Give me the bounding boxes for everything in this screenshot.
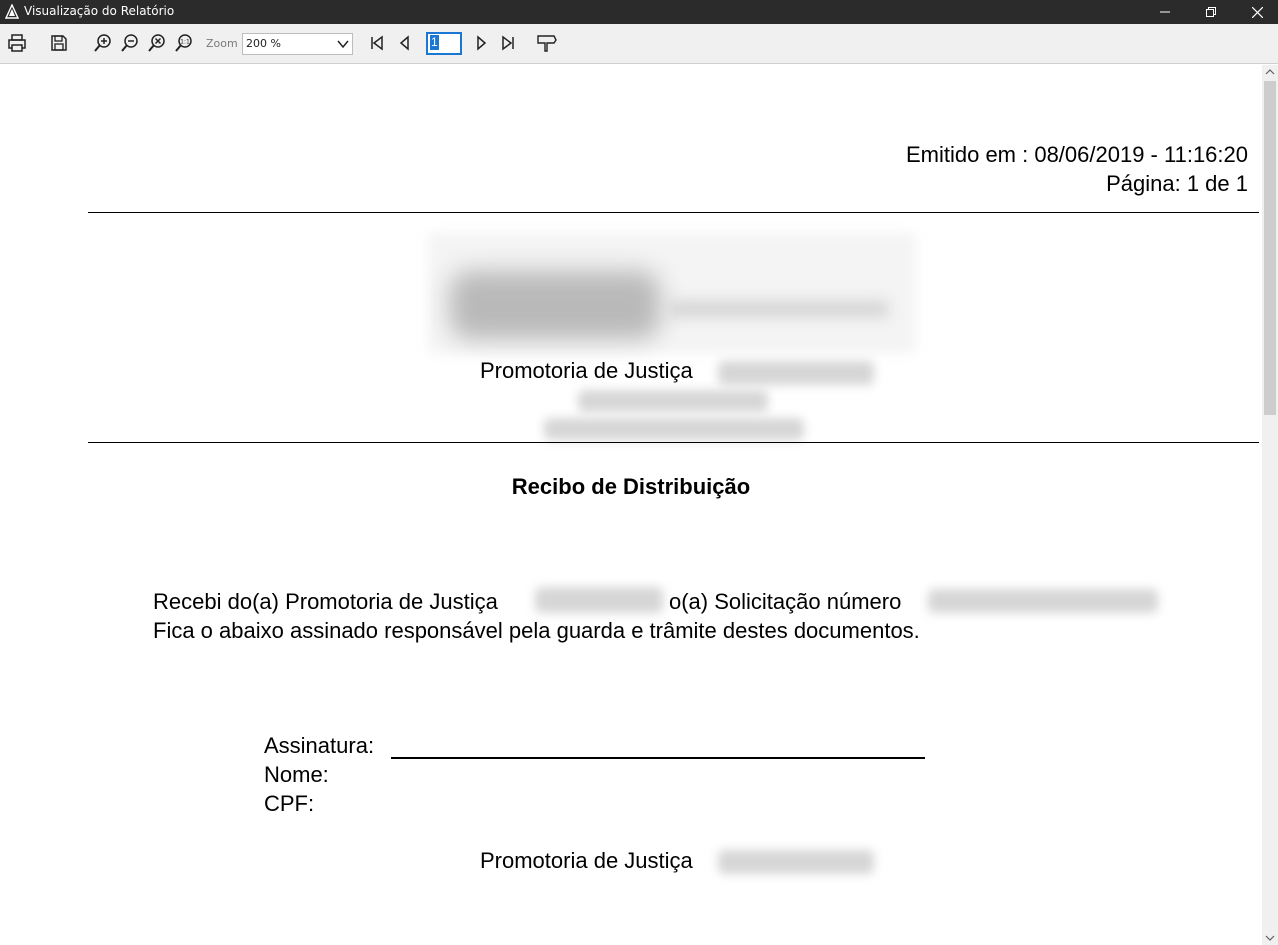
institution-logo (428, 233, 916, 353)
print-button[interactable] (4, 30, 30, 56)
redacted-footer-org-name (718, 850, 874, 874)
page-number-value: 1 (430, 35, 439, 50)
section-divider (88, 442, 1259, 443)
redacted-promotoria (535, 587, 663, 613)
emitted-date: Emitido em : 08/06/2019 - 11:16:20 (905, 142, 1248, 167)
zoom-fit-button[interactable] (144, 30, 170, 56)
next-page-button[interactable] (468, 30, 494, 56)
signature-line (391, 757, 925, 759)
zoom-select-value: 200 % (246, 37, 281, 50)
redacted-request-number (928, 589, 1158, 613)
redacted-cep-line (544, 418, 804, 440)
zoom-fit-icon (148, 34, 165, 52)
zoom-out-icon (121, 34, 138, 52)
window-title: Visualização do Relatório (24, 4, 175, 18)
first-page-icon (371, 35, 383, 51)
zoom-actual-size-icon: 1:1 (175, 34, 192, 52)
close-button[interactable] (1234, 0, 1278, 24)
page-info: Página: 1 de 1 (1106, 171, 1248, 196)
zoom-in-icon (94, 34, 111, 52)
body-line2: Fica o abaixo assinado responsável pela … (153, 618, 920, 643)
report-page: Emitido em : 08/06/2019 - 11:16:20 Págin… (0, 65, 1262, 945)
header-divider (88, 212, 1259, 213)
scroll-down-icon[interactable] (1265, 934, 1275, 942)
cpf-label: CPF: (264, 791, 315, 816)
restore-icon (1206, 7, 1216, 17)
zoom-in-button[interactable] (90, 30, 116, 56)
title-bar: Visualização do Relatório (0, 0, 1278, 24)
svg-text:1:1: 1:1 (180, 39, 190, 46)
zoom-actual-size-button[interactable]: 1:1 (171, 30, 197, 56)
body-line1-part1: Recebi do(a) Promotoria de Justiça (153, 589, 498, 614)
previous-page-button[interactable] (392, 30, 418, 56)
signature-label: Assinatura: (264, 733, 375, 758)
body-line1-part2: o(a) Solicitação número (669, 589, 902, 614)
previous-page-icon (399, 35, 409, 51)
highlight-button[interactable] (534, 30, 560, 56)
scroll-up-icon[interactable] (1265, 68, 1275, 76)
first-page-button[interactable] (364, 30, 390, 56)
save-button[interactable] (46, 30, 72, 56)
redacted-address-line (578, 390, 768, 412)
scrollbar-thumb[interactable] (1264, 81, 1276, 415)
name-label: Nome: (264, 762, 329, 787)
zoom-label: Zoom (206, 37, 238, 50)
minimize-button[interactable] (1142, 0, 1188, 24)
app-logo-icon (4, 3, 20, 19)
save-icon (51, 35, 67, 51)
vertical-scrollbar[interactable] (1262, 65, 1278, 945)
next-page-icon (477, 35, 487, 51)
footer-org-line: Promotoria de Justiça (480, 848, 693, 873)
restore-button[interactable] (1188, 0, 1234, 24)
highlight-icon (537, 35, 557, 52)
printer-icon (8, 34, 26, 52)
zoom-select[interactable]: 200 % (242, 33, 353, 55)
redacted-org-name (718, 361, 874, 385)
minimize-icon (1160, 11, 1170, 13)
report-heading: Recibo de Distribuição (511, 474, 751, 499)
last-page-button[interactable] (495, 30, 521, 56)
close-icon (1251, 6, 1263, 18)
zoom-out-button[interactable] (117, 30, 143, 56)
page-number-input[interactable]: 1 (426, 32, 462, 55)
last-page-icon (502, 35, 514, 51)
toolbar: 1:1 Zoom 200 % 1 (0, 24, 1278, 64)
org-line: Promotoria de Justiça (480, 358, 693, 383)
chevron-down-icon (337, 40, 349, 49)
